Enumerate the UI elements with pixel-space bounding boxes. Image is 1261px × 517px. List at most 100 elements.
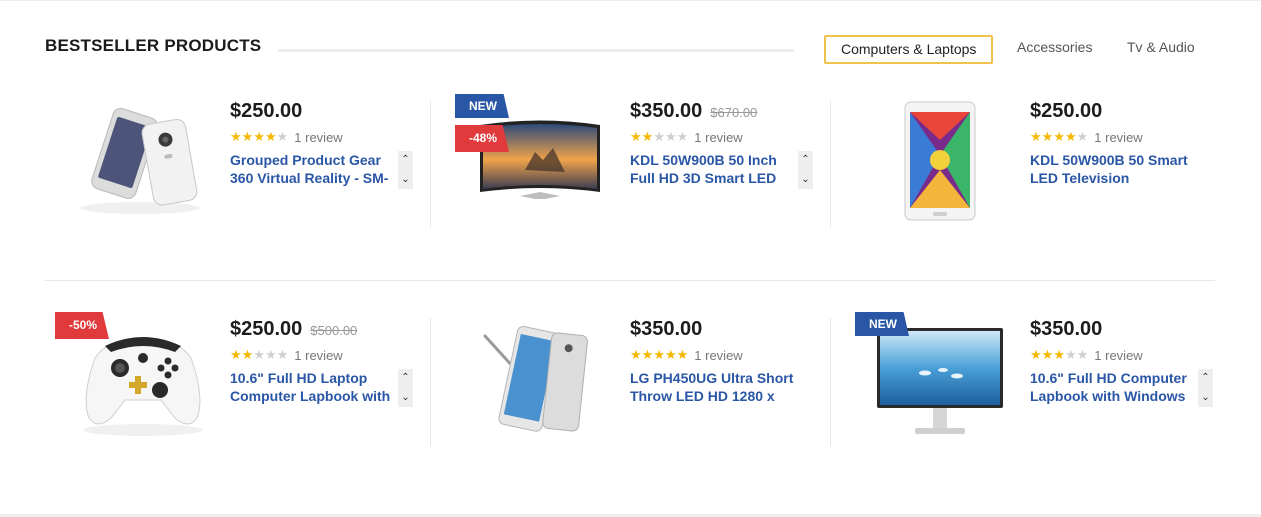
- product-name-link[interactable]: 10.6" Full HD Computer Lapbook with Wind…: [1030, 369, 1200, 407]
- product-name-link[interactable]: KDL 50W900B 50 Smart LED Television: [1030, 151, 1200, 189]
- product-old-price: $670.00: [710, 105, 758, 120]
- product-name-wrap: KDL 50W900B 50 Inch Full HD 3D Smart LED…: [630, 151, 813, 189]
- top-border: [0, 0, 1261, 1]
- smartphone-image[interactable]: [65, 100, 215, 230]
- star-icon: ★: [1053, 129, 1065, 144]
- star-icon: ★: [664, 347, 677, 362]
- sale-badge: -50%: [55, 312, 110, 339]
- product-rating: ★★★★★ 1 review: [1030, 347, 1220, 363]
- star-icon: ★: [630, 129, 642, 144]
- section-title: BESTSELLER PRODUCTS: [45, 36, 262, 55]
- scroll-down-chevron-icon[interactable]: ⌄: [398, 389, 413, 407]
- star-icon: ★: [264, 129, 277, 144]
- rating-stars: ★★★★★: [630, 347, 688, 363]
- star-icon: ★: [276, 347, 289, 362]
- star-icon: ★: [1064, 129, 1077, 144]
- star-icon: ★: [241, 129, 254, 144]
- phone-stylus-image[interactable]: [465, 318, 615, 448]
- product-info: $250.00 ★★★★★ 1 review KDL 50W900B 50 Sm…: [1030, 100, 1220, 189]
- product-price: $350.00: [1030, 318, 1103, 340]
- star-icon: ★: [676, 129, 689, 144]
- tablet-image[interactable]: [865, 100, 1015, 230]
- star-icon: ★: [1053, 347, 1065, 362]
- review-count[interactable]: 1 review: [1094, 348, 1142, 363]
- review-count[interactable]: 1 review: [694, 348, 742, 363]
- name-scroller: ⌃ ⌄: [398, 369, 413, 407]
- product-price-wrap: $350.00: [1030, 318, 1220, 341]
- curved-tv-image[interactable]: [465, 100, 615, 230]
- review-count[interactable]: 1 review: [294, 130, 342, 145]
- scroll-down-chevron-icon[interactable]: ⌄: [798, 171, 813, 189]
- star-icon: ★: [1030, 347, 1042, 362]
- rating-stars: ★★★★★: [630, 129, 688, 145]
- sale-badge: -48%: [455, 125, 510, 152]
- product-price-wrap: $250.00: [230, 100, 420, 123]
- product-info: $250.00 $500.00 ★★★★★ 1 review 10.6" Ful…: [230, 318, 420, 407]
- scroll-down-chevron-icon[interactable]: ⌄: [1198, 389, 1213, 407]
- column-divider: [430, 100, 431, 228]
- product-rating: ★★★★★ 1 review: [230, 129, 420, 145]
- product-info: $350.00 ★★★★★ 1 review LG PH450UG Ultra …: [630, 318, 820, 407]
- product-name-wrap: Grouped Product Gear 360 Virtual Reality…: [230, 151, 413, 189]
- scroll-up-chevron-icon[interactable]: ⌃: [398, 151, 413, 169]
- tab-computers-laptops[interactable]: Computers & Laptops: [824, 35, 994, 64]
- star-icon: ★: [1030, 129, 1042, 144]
- row-divider: [45, 280, 1215, 281]
- name-scroller: ⌃ ⌄: [798, 151, 813, 189]
- scroll-up-chevron-icon[interactable]: ⌃: [398, 369, 413, 387]
- product-name-link[interactable]: 10.6" Full HD Laptop Computer Lapbook wi…: [230, 369, 400, 407]
- product-info: $350.00 $670.00 ★★★★★ 1 review KDL 50W90…: [630, 100, 820, 189]
- column-divider: [830, 318, 831, 446]
- product-card: -50% $250.00 $500.00 ★★★★★ 1 review 10.6…: [45, 312, 415, 468]
- name-scroller: ⌃ ⌄: [1198, 369, 1213, 407]
- product-rating: ★★★★★ 1 review: [1030, 129, 1220, 145]
- name-scroller: ⌃ ⌄: [398, 151, 413, 189]
- product-price-wrap: $350.00: [630, 318, 820, 341]
- product-card: NEW -48% $350.00 $670.00 ★★★★★ 1 review …: [445, 94, 815, 250]
- star-icon: ★: [241, 347, 254, 362]
- monitor-image[interactable]: [865, 318, 1015, 448]
- star-icon: ★: [630, 347, 642, 362]
- tab-tv-audio[interactable]: Tv & Audio: [1127, 35, 1195, 60]
- star-icon: ★: [253, 129, 265, 144]
- rating-stars: ★★★★★: [1030, 347, 1088, 363]
- product-price-wrap: $250.00: [1030, 100, 1220, 123]
- product-name-link[interactable]: Grouped Product Gear 360 Virtual Reality…: [230, 151, 400, 189]
- product-name-wrap: 10.6" Full HD Laptop Computer Lapbook wi…: [230, 369, 413, 407]
- product-card: $250.00 ★★★★★ 1 review Grouped Product G…: [45, 100, 415, 250]
- review-count[interactable]: 1 review: [294, 348, 342, 363]
- product-card: $250.00 ★★★★★ 1 review KDL 50W900B 50 Sm…: [845, 100, 1215, 250]
- star-icon: ★: [1041, 129, 1054, 144]
- rating-stars: ★★★★★: [230, 347, 288, 363]
- product-price: $250.00: [1030, 100, 1103, 122]
- product-info: $350.00 ★★★★★ 1 review 10.6" Full HD Com…: [1030, 318, 1220, 407]
- scroll-up-chevron-icon[interactable]: ⌃: [798, 151, 813, 169]
- product-price: $350.00: [630, 100, 703, 122]
- product-price: $350.00: [630, 318, 703, 340]
- review-count[interactable]: 1 review: [1094, 130, 1142, 145]
- star-icon: ★: [1076, 129, 1089, 144]
- star-icon: ★: [676, 347, 689, 362]
- star-icon: ★: [230, 129, 242, 144]
- review-count[interactable]: 1 review: [694, 130, 742, 145]
- product-price-wrap: $250.00 $500.00: [230, 318, 420, 341]
- product-price: $250.00: [230, 318, 303, 340]
- scroll-down-chevron-icon[interactable]: ⌄: [398, 171, 413, 189]
- star-icon: ★: [276, 129, 289, 144]
- product-old-price: $500.00: [310, 323, 358, 338]
- product-name-wrap: LG PH450UG Ultra Short Throw LED HD 1280…: [630, 369, 813, 407]
- rating-stars: ★★★★★: [230, 129, 288, 145]
- product-name-link[interactable]: KDL 50W900B 50 Inch Full HD 3D Smart LED: [630, 151, 800, 189]
- scroll-up-chevron-icon[interactable]: ⌃: [1198, 369, 1213, 387]
- star-icon: ★: [664, 129, 677, 144]
- star-icon: ★: [641, 347, 654, 362]
- product-name-link[interactable]: LG PH450UG Ultra Short Throw LED HD 1280…: [630, 369, 800, 407]
- new-badge: NEW: [455, 94, 509, 118]
- product-rating: ★★★★★ 1 review: [230, 347, 420, 363]
- star-icon: ★: [253, 347, 265, 362]
- star-icon: ★: [653, 347, 665, 362]
- title-rule: [278, 49, 794, 52]
- tab-accessories[interactable]: Accessories: [1017, 35, 1092, 60]
- product-price: $250.00: [230, 100, 303, 122]
- product-name-wrap: 10.6" Full HD Computer Lapbook with Wind…: [1030, 369, 1213, 407]
